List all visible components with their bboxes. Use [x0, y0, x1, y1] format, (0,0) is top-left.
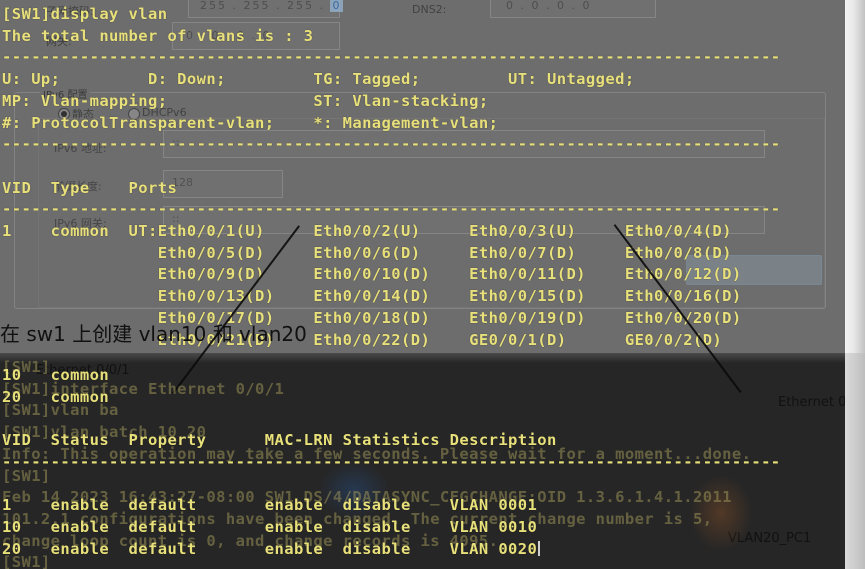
annotation-text: 在 sw1 上创建 vlan10 和 vlan20	[0, 322, 307, 346]
terminal-caret	[538, 540, 541, 556]
window-right-edge-lower[interactable]	[845, 353, 865, 569]
terminal-upper-output: [SW1]display vlan The total number of vl…	[2, 5, 781, 349]
screenshot-root: 子网掩码: 255 . 255 . 255 . 0 DNS2: 0 . 0 . …	[0, 0, 865, 569]
terminal-lower-vlan-table: 10 common 20 common VID Status Property …	[2, 366, 781, 558]
